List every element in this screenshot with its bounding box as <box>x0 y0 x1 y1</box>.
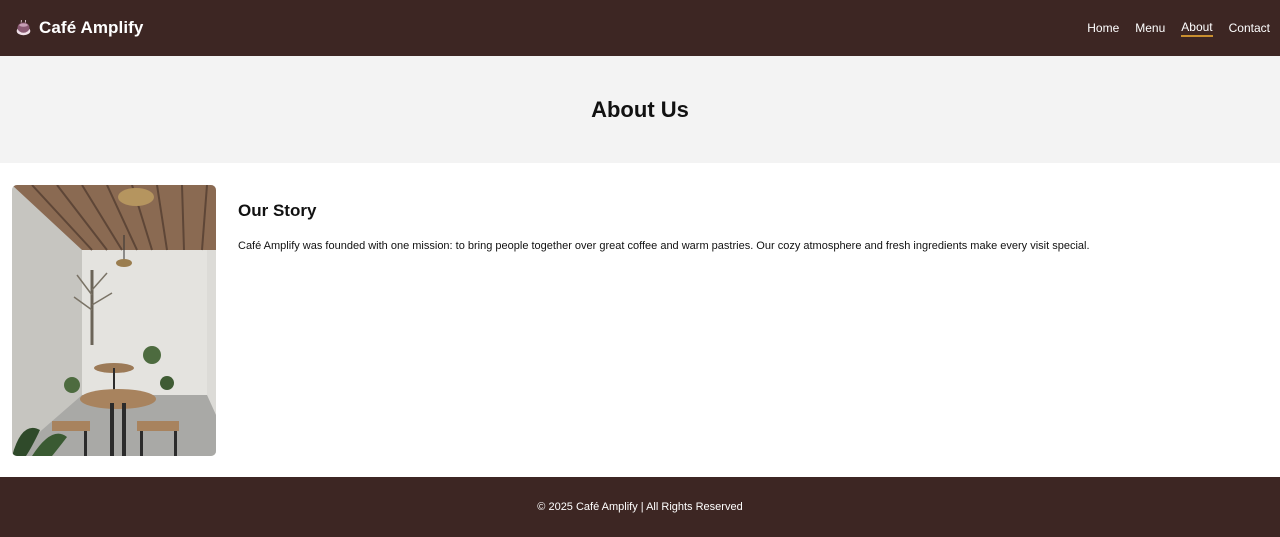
nav-link-menu[interactable]: Menu <box>1135 21 1165 36</box>
coffee-cup-icon <box>16 19 31 35</box>
main-nav: Home Menu About Contact <box>1087 20 1270 37</box>
cafe-interior-photo <box>12 185 216 456</box>
cafe-interior-illustration <box>12 185 216 456</box>
site-footer: © 2025 Café Amplify | All Rights Reserve… <box>0 477 1280 537</box>
about-content: Our Story Café Amplify was founded with … <box>0 163 1280 477</box>
story-section: Our Story Café Amplify was founded with … <box>238 201 1238 254</box>
brand[interactable]: Café Amplify <box>15 18 143 38</box>
nav-link-contact[interactable]: Contact <box>1229 21 1270 36</box>
page-title: About Us <box>591 96 689 122</box>
page-hero: About Us <box>0 56 1280 163</box>
nav-link-about[interactable]: About <box>1181 20 1213 37</box>
brand-name: Café Amplify <box>39 18 144 37</box>
nav-link-home[interactable]: Home <box>1087 21 1119 36</box>
story-heading: Our Story <box>238 201 317 220</box>
story-body: Café Amplify was founded with one missio… <box>238 240 1090 252</box>
site-header: Café Amplify Home Menu About Contact <box>0 0 1280 56</box>
copyright-text: © 2025 Café Amplify | All Rights Reserve… <box>537 501 743 513</box>
